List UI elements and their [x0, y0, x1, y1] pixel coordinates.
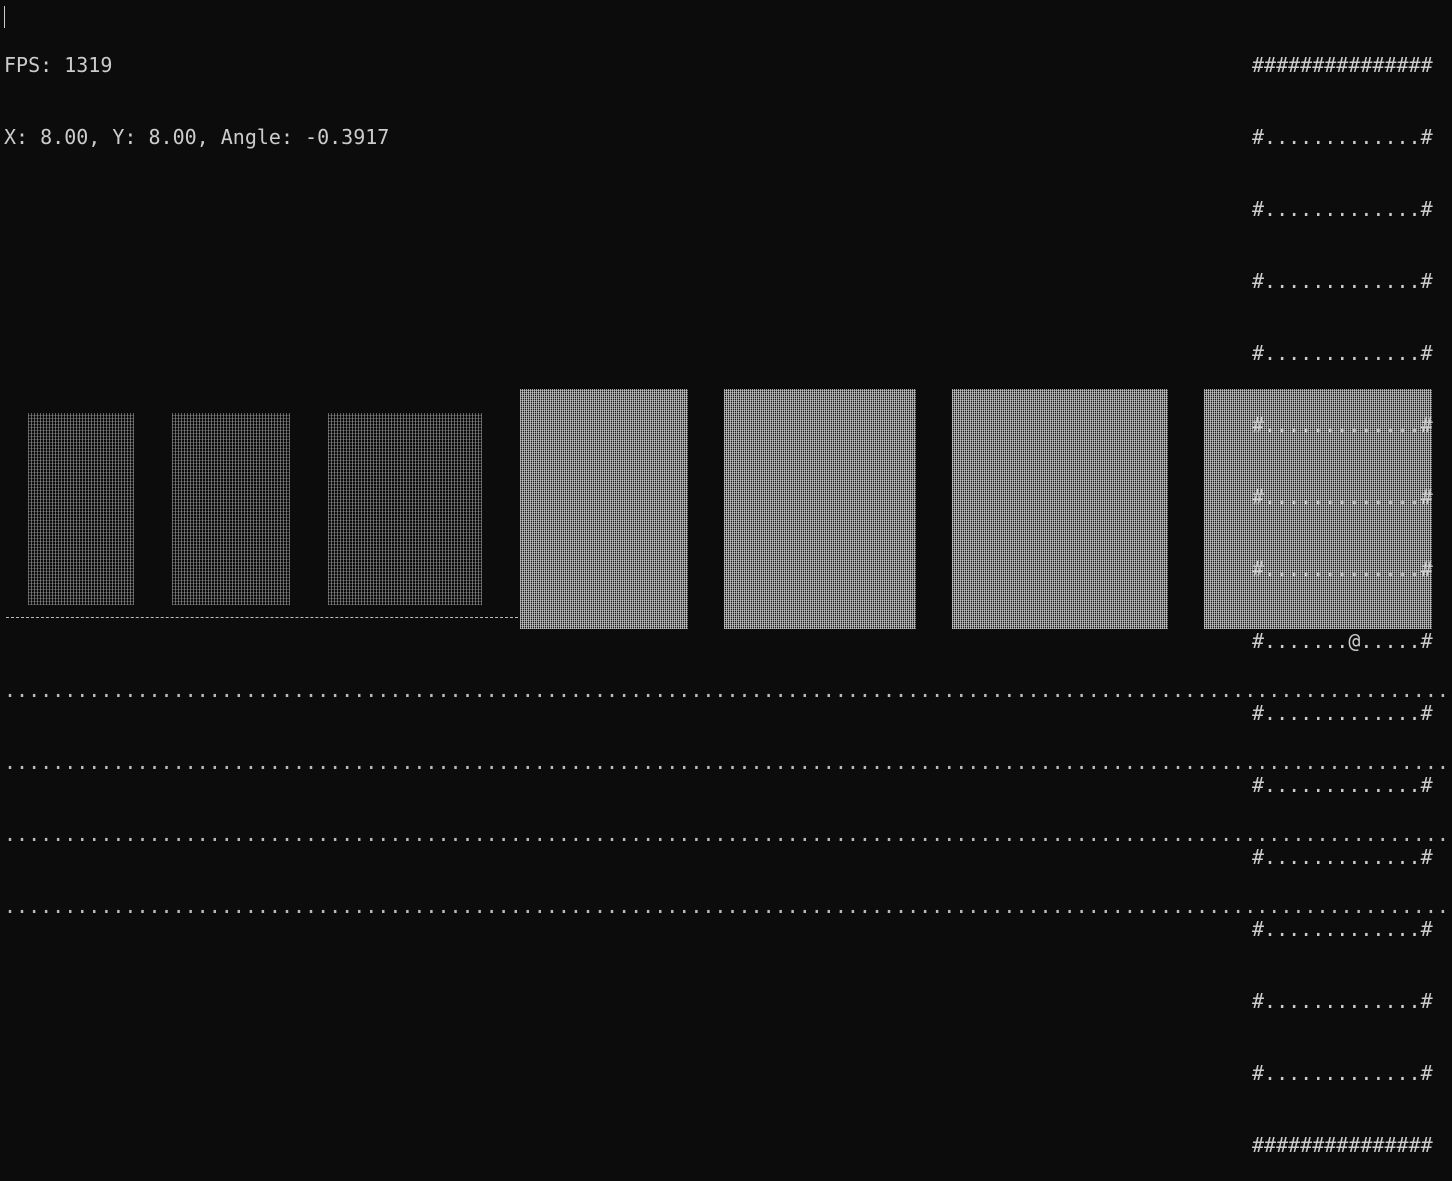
- minimap: ############### #.............# #.......…: [1252, 5, 1433, 1181]
- floor-row: ........................................…: [4, 750, 1448, 774]
- minimap-row: #.............#: [1252, 1061, 1433, 1085]
- wall-segment-far-1: [28, 413, 134, 605]
- floor-row: ........................................…: [4, 822, 1448, 846]
- wall-segment-near-1: [520, 389, 688, 629]
- minimap-row: #.............#: [1252, 197, 1433, 221]
- text-cursor: [4, 6, 5, 28]
- fps-counter: FPS: 1319: [4, 53, 113, 77]
- wall-segment-near-3: [952, 389, 1168, 629]
- wall-segment-far-2: [172, 413, 290, 605]
- floor-row: ........................................…: [4, 678, 1448, 702]
- minimap-row: #.............#: [1252, 125, 1433, 149]
- player-position-readout: X: 8.00, Y: 8.00, Angle: -0.3917: [4, 125, 390, 149]
- minimap-row: #.............#: [1252, 413, 1433, 437]
- minimap-row: #.............#: [1252, 773, 1433, 797]
- minimap-row-player: #.......@.....#: [1252, 629, 1433, 653]
- floor-row: ........................................…: [4, 894, 1448, 918]
- minimap-row: #.............#: [1252, 485, 1433, 509]
- minimap-row: #.............#: [1252, 917, 1433, 941]
- minimap-row: ###############: [1252, 1133, 1433, 1157]
- minimap-row: #.............#: [1252, 341, 1433, 365]
- wall-segment-near-2: [724, 389, 916, 629]
- minimap-row: #.............#: [1252, 557, 1433, 581]
- minimap-row: #.............#: [1252, 701, 1433, 725]
- floor: ........................................…: [4, 630, 1448, 966]
- hud: FPS: 1319 X: 8.00, Y: 8.00, Angle: -0.39…: [4, 5, 389, 173]
- minimap-row: #.............#: [1252, 269, 1433, 293]
- horizon-line: [6, 617, 518, 618]
- minimap-row: #.............#: [1252, 845, 1433, 869]
- minimap-row: ###############: [1252, 53, 1433, 77]
- wall-segment-far-3: [328, 413, 482, 605]
- minimap-row: #.............#: [1252, 989, 1433, 1013]
